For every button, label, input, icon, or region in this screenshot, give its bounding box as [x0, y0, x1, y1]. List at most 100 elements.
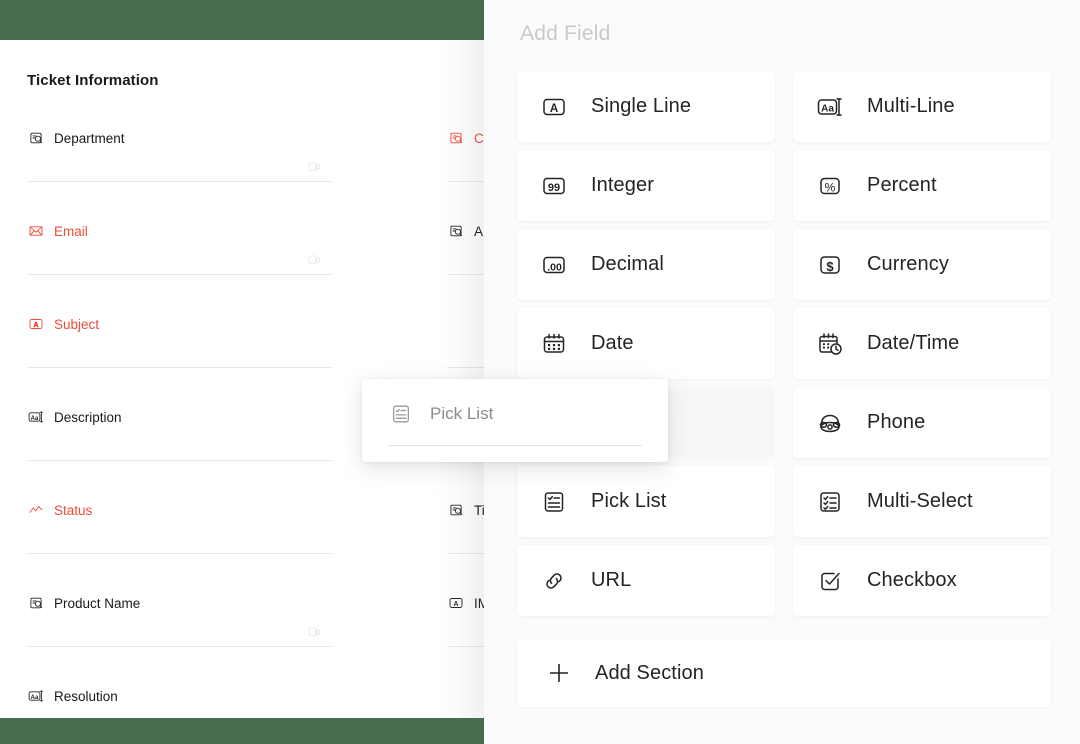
svg-text:A: A: [34, 322, 39, 329]
field-type-label: Date: [591, 332, 634, 354]
multi-line-icon: Aa: [815, 92, 845, 122]
gear-icon[interactable]: [308, 625, 322, 639]
field-label: Ti: [474, 502, 484, 518]
field-header: Email: [27, 221, 332, 241]
field-header: Status: [27, 500, 332, 520]
svg-text:.00: .00: [547, 261, 562, 273]
svg-text:Aa: Aa: [31, 695, 39, 701]
email-icon: [27, 222, 45, 240]
dragging-field-row: Pick List: [362, 379, 668, 427]
svg-text:$: $: [826, 259, 834, 274]
field-label: Resolution: [54, 688, 118, 704]
field-type-label: Currency: [867, 253, 949, 275]
field-type-item[interactable]: Date: [517, 308, 775, 379]
form-field[interactable]: A IM: [447, 593, 484, 686]
bottom-green-band: [0, 718, 484, 744]
single-line-icon: A: [539, 92, 569, 122]
field-type-item[interactable]: Multi-Select: [793, 466, 1051, 537]
lookup-icon: [27, 129, 45, 147]
lookup-icon: [447, 129, 465, 147]
field-type-item[interactable]: % Percent: [793, 150, 1051, 221]
field-type-item[interactable]: Checkbox: [793, 545, 1051, 616]
form-field[interactable]: C: [447, 128, 484, 221]
percent-icon: %: [815, 171, 845, 201]
status-icon: [27, 501, 45, 519]
field-type-item[interactable]: .00 Decimal: [517, 229, 775, 300]
form-field[interactable]: Department: [27, 128, 332, 221]
form-field[interactable]: A: [447, 221, 484, 314]
field-type-label: Single Line: [591, 95, 692, 117]
single-line-icon: A: [447, 594, 465, 612]
field-type-label: URL: [591, 569, 632, 591]
field-header: Product Name: [27, 593, 332, 613]
form-field[interactable]: Aa Resolution: [27, 686, 332, 718]
form-field[interactable]: Email: [27, 221, 332, 314]
field-label: Product Name: [54, 595, 141, 611]
field-type-label: Multi-Select: [867, 490, 973, 512]
svg-text:%: %: [825, 180, 836, 194]
form-field[interactable]: Status: [27, 500, 332, 593]
field-type-label: Percent: [867, 174, 937, 196]
field-header: Aa Description: [27, 407, 332, 427]
lookup-icon: [27, 594, 45, 612]
field-underline: [447, 553, 484, 554]
field-type-label: Multi-Line: [867, 95, 955, 117]
svg-text:99: 99: [548, 182, 560, 194]
svg-text:A: A: [454, 601, 459, 608]
field-underline: [27, 460, 332, 461]
single-line-icon: A: [27, 315, 45, 333]
form-field[interactable]: Ti: [447, 500, 484, 593]
decimal-icon: .00: [539, 250, 569, 280]
field-underline: [27, 646, 332, 647]
field-type-item[interactable]: A Single Line: [517, 71, 775, 142]
add-section-button[interactable]: Add Section: [517, 639, 1051, 707]
field-type-label: Phone: [867, 411, 926, 433]
gear-icon[interactable]: [308, 160, 322, 174]
pick-list-icon: [539, 487, 569, 517]
field-type-item[interactable]: URL: [517, 545, 775, 616]
top-green-band: [0, 0, 484, 40]
field-type-item[interactable]: $ Currency: [793, 229, 1051, 300]
field-header: A Subject: [27, 314, 332, 334]
field-type-item[interactable]: Date/Time: [793, 308, 1051, 379]
field-underline: [447, 367, 484, 368]
url-icon: [539, 566, 569, 596]
multi-line-icon: Aa: [27, 687, 45, 705]
field-type-label: Date/Time: [867, 332, 960, 354]
plus-icon: [545, 659, 573, 687]
field-type-item[interactable]: Phone: [793, 387, 1051, 458]
field-label: Subject: [54, 316, 100, 332]
form-field[interactable]: A Subject: [27, 314, 332, 407]
field-header: Aa Resolution: [27, 686, 332, 706]
field-label: A: [474, 223, 484, 239]
field-type-item[interactable]: Aa Multi-Line: [793, 71, 1051, 142]
app-root: Ticket Information Department Email A Subje…: [0, 0, 1080, 744]
field-underline: [447, 274, 484, 275]
form-field[interactable]: Product Name: [27, 593, 332, 686]
date-time-icon: [815, 329, 845, 359]
form-field[interactable]: Aa Description: [27, 407, 332, 500]
field-type-item[interactable]: 99 Integer: [517, 150, 775, 221]
field-header: A IM: [447, 593, 484, 613]
svg-text:Aa: Aa: [31, 416, 39, 422]
field-label: Status: [54, 502, 93, 518]
field-type-label: Pick List: [591, 490, 667, 512]
add-section-label: Add Section: [595, 661, 704, 684]
gear-icon[interactable]: [308, 253, 322, 267]
field-type-item[interactable]: Pick List: [517, 466, 775, 537]
field-type-label: Decimal: [591, 253, 664, 275]
field-type-label: Integer: [591, 174, 654, 196]
field-underline: [447, 646, 484, 647]
palette-title: Add Field: [520, 22, 611, 45]
page-title: Ticket Information: [27, 72, 159, 89]
lookup-icon: [447, 501, 465, 519]
field-header: C: [447, 128, 484, 148]
add-field-palette: Add Field A Single Line Aa Multi-Line 99 Inte…: [484, 0, 1080, 744]
field-underline: [27, 274, 332, 275]
field-header: Department: [27, 128, 332, 148]
field-underline: [447, 181, 484, 182]
dragging-field-card[interactable]: Pick List: [362, 379, 668, 462]
field-header: Ti: [447, 500, 484, 520]
form-column-left: Department Email A Subject Aa Description Stat…: [27, 128, 332, 718]
field-underline: [27, 367, 332, 368]
